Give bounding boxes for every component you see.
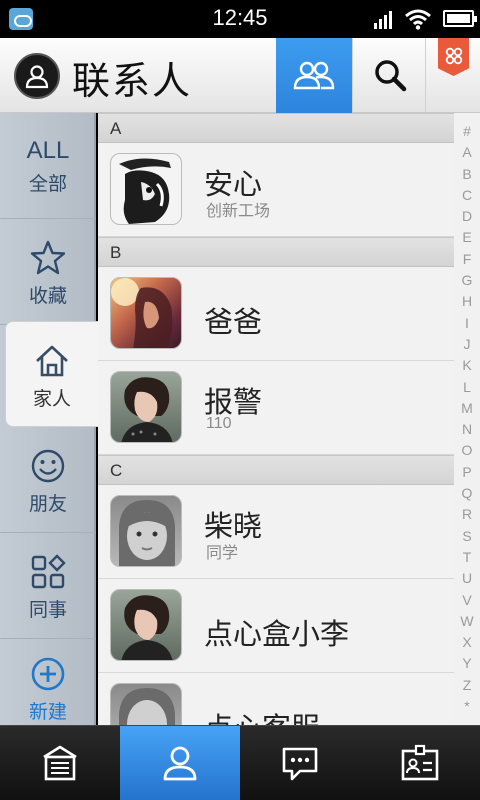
category-sidebar: ALL 全部 收藏 家人 朋友 同事 新建: [0, 113, 98, 725]
contact-row[interactable]: 点心客服: [98, 673, 454, 725]
contact-subtitle: 110: [206, 415, 232, 432]
bottom-nav: [0, 725, 480, 800]
contact-photo: [110, 683, 182, 725]
category-colleagues[interactable]: 同事: [0, 533, 96, 639]
index-letter[interactable]: F: [454, 249, 480, 270]
category-label: 朋友: [28, 493, 67, 515]
contact-photo: [110, 589, 182, 661]
index-letter[interactable]: H: [454, 291, 480, 312]
section-header: A: [98, 113, 454, 143]
status-bar: 12:45: [0, 0, 480, 38]
contact-list[interactable]: A 安心 创新工场 B 爸爸 报警 110 C 柴晓 同学 点心盒小李: [98, 113, 454, 725]
contact-photo: [110, 153, 182, 225]
groups-button[interactable]: [276, 38, 352, 113]
index-letter[interactable]: O: [454, 440, 480, 461]
contact-name: 点心盒小李: [204, 617, 350, 651]
category-label: 家人: [32, 388, 71, 410]
contact-name: 点心客服: [204, 705, 320, 725]
category-friends[interactable]: 朋友: [0, 427, 96, 533]
apps-icon: [31, 554, 66, 589]
contact-row[interactable]: 爸爸: [98, 267, 454, 361]
index-letter[interactable]: K: [454, 355, 480, 376]
index-letter[interactable]: *: [454, 696, 480, 717]
category-all[interactable]: ALL 全部: [0, 113, 96, 219]
index-letter[interactable]: T: [454, 547, 480, 568]
index-letter[interactable]: L: [454, 377, 480, 398]
category-family[interactable]: 家人: [5, 321, 98, 427]
profile-avatar[interactable]: [14, 53, 60, 99]
id-card-icon: [401, 744, 439, 781]
category-label: 全部: [28, 173, 67, 195]
contact-row[interactable]: 报警 110: [98, 361, 454, 455]
contact-row[interactable]: 点心盒小李: [98, 579, 454, 673]
alphabet-index[interactable]: # A B C D E F G H I J K L M N O P Q R S T U V W X Y Z *: [454, 113, 480, 725]
contact-name: 爸爸: [204, 305, 263, 339]
index-letter[interactable]: V: [454, 590, 480, 611]
nav-organization[interactable]: [0, 726, 120, 800]
index-letter[interactable]: N: [454, 419, 480, 440]
plus-circle-icon: [31, 657, 65, 691]
index-letter[interactable]: W: [454, 611, 480, 632]
nav-messages[interactable]: [240, 726, 360, 800]
index-letter[interactable]: A: [454, 142, 480, 163]
category-label: 新建: [28, 701, 67, 723]
person-icon: [163, 746, 197, 781]
category-label: 同事: [28, 599, 67, 621]
index-letter[interactable]: Y: [454, 653, 480, 674]
category-all-abbr: ALL: [26, 137, 70, 164]
menu-badge[interactable]: [438, 38, 469, 76]
index-letter[interactable]: G: [454, 270, 480, 291]
index-letter[interactable]: E: [454, 227, 480, 248]
contact-subtitle: 同学: [206, 545, 239, 562]
contact-row[interactable]: 安心 创新工场: [98, 143, 454, 237]
page-title: 联系人: [72, 59, 193, 103]
nav-contacts[interactable]: [120, 726, 240, 800]
index-letter[interactable]: C: [454, 185, 480, 206]
signal-icon: [374, 11, 394, 29]
home-icon: [36, 345, 68, 377]
header: 联系人: [0, 38, 480, 113]
message-icon: [282, 747, 318, 781]
section-header: C: [98, 455, 454, 485]
index-letter[interactable]: D: [454, 206, 480, 227]
contact-row[interactable]: 柴晓 同学: [98, 485, 454, 579]
wifi-icon: [405, 9, 431, 30]
index-letter[interactable]: S: [454, 526, 480, 547]
section-header: B: [98, 237, 454, 267]
index-letter[interactable]: U: [454, 568, 480, 589]
index-letter[interactable]: #: [454, 121, 480, 142]
contact-photo: [110, 495, 182, 567]
index-letter[interactable]: Z: [454, 675, 480, 696]
index-letter[interactable]: P: [454, 462, 480, 483]
smiley-icon: [31, 449, 65, 483]
contact-subtitle: 创新工场: [206, 203, 271, 220]
flower-icon: [445, 47, 463, 65]
index-letter[interactable]: B: [454, 164, 480, 185]
person-icon: [25, 65, 49, 89]
building-icon: [43, 745, 77, 781]
search-icon: [375, 60, 407, 92]
category-favorites[interactable]: 收藏: [0, 219, 96, 325]
category-label: 收藏: [28, 285, 67, 307]
index-letter[interactable]: Q: [454, 483, 480, 504]
index-letter[interactable]: X: [454, 632, 480, 653]
index-letter[interactable]: M: [454, 398, 480, 419]
index-letter[interactable]: I: [454, 313, 480, 334]
index-letter[interactable]: J: [454, 334, 480, 355]
contact-photo: [110, 371, 182, 443]
people-icon: [293, 61, 335, 90]
search-button[interactable]: [352, 38, 426, 113]
contact-photo: [110, 277, 182, 349]
star-icon: [30, 240, 66, 275]
battery-icon: [443, 10, 477, 27]
nav-card[interactable]: [360, 726, 480, 800]
index-letter[interactable]: R: [454, 504, 480, 525]
